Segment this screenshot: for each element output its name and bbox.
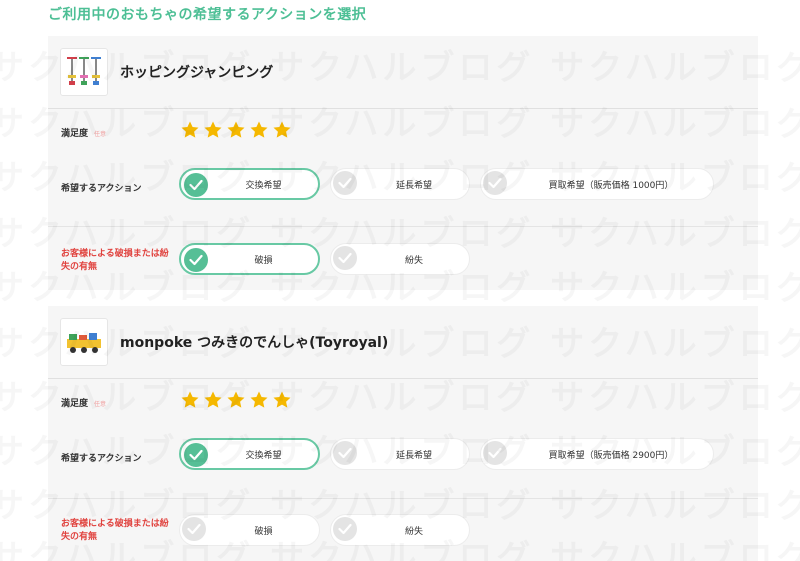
damage-broken-option[interactable]: 破損 — [179, 514, 320, 546]
optional-tag: 任意 — [94, 401, 107, 408]
star-icon[interactable] — [180, 120, 200, 140]
product-name: monpoke つみきのでんしゃ(Toyroyal) — [120, 335, 389, 351]
check-icon — [333, 246, 357, 270]
star-icon[interactable] — [203, 390, 223, 410]
check-icon — [184, 173, 208, 197]
check-icon — [483, 441, 507, 465]
satisfaction-label-text: 満足度 — [61, 129, 89, 139]
check-icon — [483, 171, 507, 195]
check-icon — [333, 517, 357, 541]
rating-stars[interactable] — [180, 120, 292, 140]
satisfaction-label: 満足度 任意 — [61, 126, 106, 139]
action-exchange-option[interactable]: 交換希望 — [179, 438, 320, 470]
damage-label-text: 破損 — [254, 255, 273, 266]
product-header: ホッピングジャンピング — [48, 36, 758, 109]
check-icon — [333, 171, 357, 195]
damage-label: お客様による破損または紛失の有無 — [61, 519, 169, 542]
divider — [48, 498, 758, 499]
page-title: ご利用中のおもちゃの希望するアクションを選択 — [48, 7, 367, 23]
toy-card: monpoke つみきのでんしゃ(Toyroyal) 満足度 任意 希望するアクシ… — [48, 306, 758, 561]
action-label-text: 延長希望 — [395, 450, 432, 461]
rating-stars[interactable] — [180, 390, 292, 410]
star-icon[interactable] — [272, 390, 292, 410]
check-icon — [333, 441, 357, 465]
product-name: ホッピングジャンピング — [120, 65, 274, 81]
star-icon[interactable] — [226, 390, 246, 410]
damage-label-text: 紛失 — [404, 255, 423, 266]
check-icon — [184, 248, 208, 272]
divider — [48, 226, 758, 227]
check-icon — [182, 517, 206, 541]
satisfaction-label-text: 満足度 — [61, 399, 89, 409]
action-purchase-option[interactable]: 買取希望（販売価格 2900円） — [480, 438, 714, 470]
satisfaction-label: 満足度 任意 — [61, 396, 106, 409]
star-icon[interactable] — [203, 120, 223, 140]
damage-label-text: 破損 — [254, 526, 273, 537]
action-label-text: 延長希望 — [395, 180, 432, 191]
star-icon[interactable] — [180, 390, 200, 410]
toy-card: ホッピングジャンピング 満足度 任意 希望するアクション 交換希望 延長希望 買取… — [48, 36, 758, 290]
damage-label: お客様による破損または紛失の有無 — [61, 249, 169, 272]
pogo-stick-icon — [60, 48, 108, 96]
action-extend-option[interactable]: 延長希望 — [330, 168, 470, 200]
star-icon[interactable] — [226, 120, 246, 140]
damage-broken-option[interactable]: 破損 — [179, 243, 320, 275]
check-icon — [184, 443, 208, 467]
damage-label-text: 紛失 — [404, 526, 423, 537]
product-header: monpoke つみきのでんしゃ(Toyroyal) — [48, 306, 758, 379]
action-purchase-option[interactable]: 買取希望（販売価格 1000円） — [480, 168, 714, 200]
action-extend-option[interactable]: 延長希望 — [330, 438, 470, 470]
toy-train-icon — [60, 318, 108, 366]
star-icon[interactable] — [249, 390, 269, 410]
star-icon[interactable] — [272, 120, 292, 140]
damage-lost-option[interactable]: 紛失 — [330, 514, 470, 546]
action-label-text: 買取希望（販売価格 2900円） — [548, 450, 674, 461]
action-label: 希望するアクション — [61, 184, 142, 194]
action-label-text: 交換希望 — [245, 180, 282, 191]
star-icon[interactable] — [249, 120, 269, 140]
optional-tag: 任意 — [94, 131, 107, 138]
action-exchange-option[interactable]: 交換希望 — [179, 168, 320, 200]
action-label-text: 交換希望 — [245, 450, 282, 461]
damage-lost-option[interactable]: 紛失 — [330, 243, 470, 275]
action-label-text: 買取希望（販売価格 1000円） — [548, 180, 674, 191]
action-label: 希望するアクション — [61, 454, 142, 464]
